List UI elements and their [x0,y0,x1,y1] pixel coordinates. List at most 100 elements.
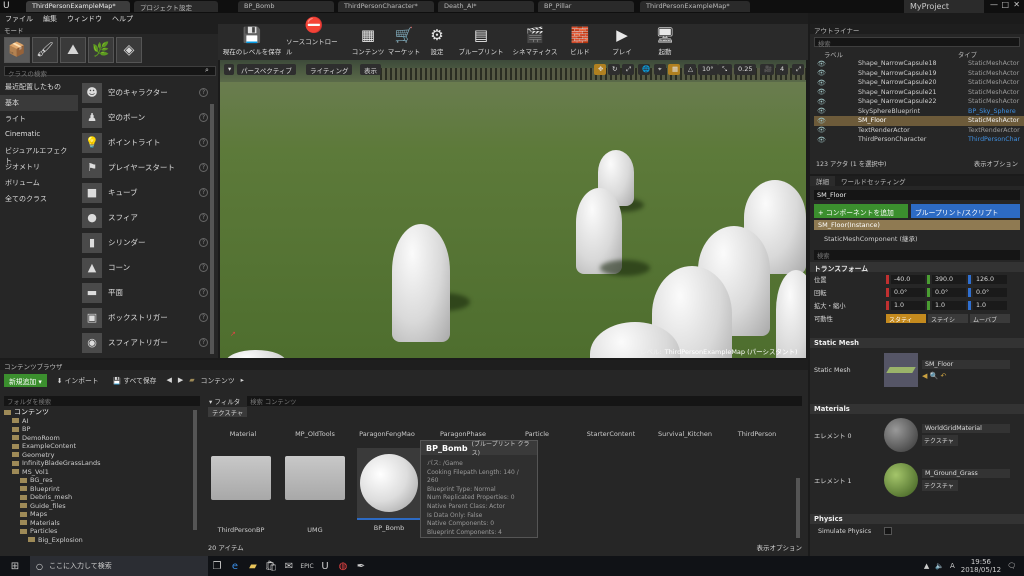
tab-project-settings[interactable]: プロジェクト設定 [134,1,218,12]
tab-death-ai[interactable]: Death_AI* [438,1,534,12]
actor-name-field[interactable]: SM_Floor [814,190,1020,200]
place-item-empty-pawn[interactable]: ♟ 空のポーン? [82,105,212,130]
place-item-sphere[interactable]: ● スフィア? [82,205,212,230]
category-basic[interactable]: 基本 [0,95,78,111]
scale-z-field[interactable]: 1.0 [973,301,1007,310]
taskbar-search[interactable]: ○ ここに入力して検索 [30,556,208,576]
task-view-icon[interactable]: ❐ [208,558,226,574]
tab-bp-bomb[interactable]: BP_Bomb [238,1,334,12]
outliner-search-input[interactable]: 検索 [814,37,1020,48]
tab-thirdperson-map[interactable]: ThirdPersonExampleMap* [26,1,130,12]
geometry-mode-icon[interactable]: ◈ [116,37,142,63]
help-icon[interactable]: ? [199,313,208,322]
folder-tree-scrollbar[interactable] [193,410,197,530]
chrome-icon[interactable]: ◍ [334,558,352,574]
back-arrow-icon[interactable]: ◀ [166,376,171,384]
place-item-cube[interactable]: ■ キューブ? [82,180,212,205]
folder-item[interactable]: ParagonPhase [428,430,498,438]
visibility-eye-icon[interactable]: 👁 [817,136,826,144]
scale-snap-icon[interactable]: ⤡ [718,64,732,75]
mobility-static-button[interactable]: スタティ [886,314,926,324]
help-icon[interactable]: ? [199,88,208,97]
col-type[interactable]: タイプ [958,50,977,59]
path-chevron-icon[interactable]: ▸ [241,376,244,384]
tree-item[interactable]: Debris_mesh [4,493,200,502]
outliner-row[interactable]: 👁 SkySphereBlueprint BP_Sky_Sphere [814,107,1024,117]
tree-item[interactable]: AI [4,417,200,426]
show-button[interactable]: 表示 [360,64,381,75]
folder-item[interactable]: MP_OldTools [280,430,350,438]
blueprints-button[interactable]: ▤ ブループリント [458,24,504,60]
help-icon[interactable]: ? [199,163,208,172]
tab-details[interactable]: 詳細 [810,176,835,186]
asset-bp-bomb[interactable]: BP_Bomb [354,448,424,532]
scale-snap-value[interactable]: 0.25 [734,64,757,75]
rotation-z-field[interactable]: 0.0° [973,288,1007,297]
folder-item[interactable]: Material [208,430,278,438]
visibility-eye-icon[interactable]: 👁 [817,69,826,77]
play-button[interactable]: ▶ プレイ [608,24,636,60]
camera-speed-value[interactable]: 4 [776,64,789,75]
modes-scrollbar[interactable] [210,104,214,354]
transform-header[interactable]: トランスフォーム [810,262,1024,273]
menu-file[interactable]: ファイル [0,13,38,25]
save-all-button[interactable]: 💾 すべて保存 [109,373,161,387]
outliner-row[interactable]: 👁 Shape_NarrowCapsule19 StaticMeshActor [814,69,1024,79]
place-mode-icon[interactable]: 📦 [4,37,30,63]
visibility-eye-icon[interactable]: 👁 [817,126,826,134]
windows-start-icon[interactable]: ⊞ [0,558,30,574]
tab-thirdperson-map-2[interactable]: ThirdPersonExampleMap* [640,1,750,12]
foliage-mode-icon[interactable]: 🌿 [88,37,114,63]
category-visual-effects[interactable]: ビジュアルエフェクト [0,143,78,165]
component-row[interactable]: StaticMeshComponent (継承) [814,232,1020,243]
actor-type[interactable]: BP_Sky_Sphere [968,108,1016,115]
rotate-icon[interactable]: ↻ [608,64,620,75]
camera-speed-icon[interactable]: 🎥 [760,64,774,75]
capsule-mesh[interactable] [776,270,806,358]
maximize-viewport-icon[interactable]: ⤢ [792,64,804,75]
content-search-input[interactable]: 検索 コンテンツ [247,395,802,406]
col-label[interactable]: ラベル [824,50,958,59]
tree-item[interactable]: DemoRoom [4,434,200,443]
scale-icon[interactable]: ⤢ [622,64,634,75]
folder-search-input[interactable]: フォルダを検索 [4,396,200,406]
visibility-eye-icon[interactable]: 👁 [817,88,826,96]
outliner-row[interactable]: 👁 Shape_NarrowCapsule18 StaticMeshActor [814,59,1024,69]
add-component-button[interactable]: + コンポーネントを追加 [814,204,908,218]
browse-icon[interactable]: ◀ 🔍 ↶ [922,372,1010,380]
tab-world-settings[interactable]: ワールドセッティング [835,176,912,186]
place-item-plane[interactable]: ▬ 平面? [82,280,212,305]
grid-snap-icon[interactable]: ▦ [668,64,680,75]
filters-button[interactable]: ▾ フィルタ [206,395,243,407]
taskbar-search-input[interactable]: ここに入力して検索 [49,561,112,571]
help-icon[interactable]: ? [199,263,208,272]
forward-arrow-icon[interactable]: ▶ [178,376,183,384]
help-icon[interactable]: ? [199,338,208,347]
source-control-button[interactable]: ⛔ ソースコントロール [286,16,342,60]
outliner-view-options[interactable]: 表示オプション [974,159,1018,168]
store-icon[interactable]: 🛍 [262,558,280,574]
tree-item[interactable]: Blueprint [4,485,200,494]
location-y-field[interactable]: 390.0 [932,275,966,284]
outliner-row[interactable]: 👁 Shape_NarrowCapsule21 StaticMeshActor [814,88,1024,98]
folder-item[interactable]: Particle [502,430,572,438]
tab-bp-pillar[interactable]: BP_Pillar [538,1,634,12]
help-icon[interactable]: ? [199,113,208,122]
capsule-mesh[interactable] [226,350,286,358]
element0-dropdown[interactable]: WorldGridMaterial [922,424,1010,433]
location-z-field[interactable]: 126.0 [973,275,1007,284]
place-item-cylinder[interactable]: ▮ シリンダー? [82,230,212,255]
rotation-snap-icon[interactable]: △ [684,64,696,75]
tree-item[interactable]: Geometry [4,451,200,460]
tree-item[interactable]: ExampleContent [4,442,200,451]
place-item-sphere-trigger[interactable]: ◉ スフィアトリガー? [82,330,212,355]
visibility-eye-icon[interactable]: 👁 [817,79,826,87]
category-recent[interactable]: 最近配置したもの [0,79,78,95]
mail-icon[interactable]: ✉ [280,558,298,574]
tree-item[interactable]: Big_Explosion [4,536,200,545]
edge-browser-icon[interactable]: e [226,558,244,574]
visibility-eye-icon[interactable]: 👁 [817,98,826,106]
place-item-box-trigger[interactable]: ▣ ボックストリガー? [82,305,212,330]
asset-umg[interactable]: UMG [280,456,350,534]
mesh-thumbnail[interactable] [884,353,918,387]
